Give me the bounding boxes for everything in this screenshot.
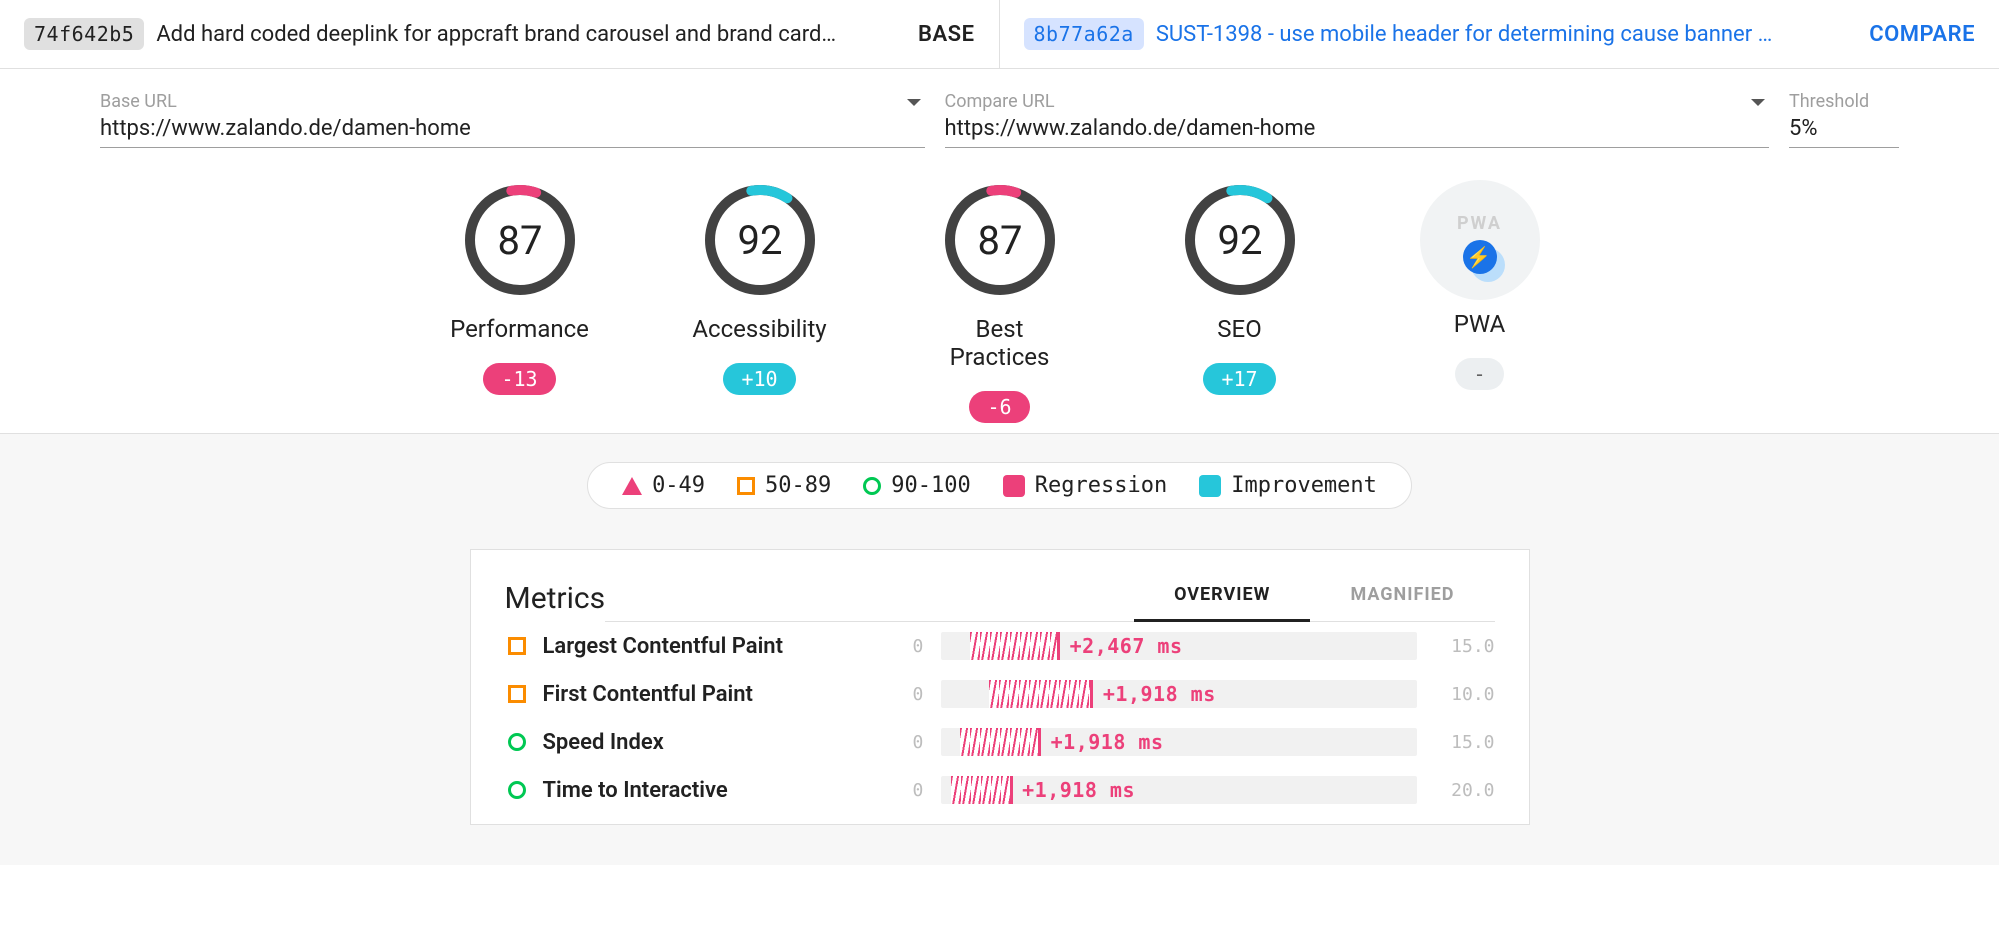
lightning-icon: ⚡: [1463, 240, 1497, 274]
base-url-value: https://www.zalando.de/damen-home: [100, 112, 925, 148]
svg-text:92: 92: [737, 217, 782, 264]
legend-pill: 0-49 50-89 90-100 Regression Improvement: [587, 462, 1412, 509]
tab-overview[interactable]: OVERVIEW: [1134, 574, 1310, 622]
compare-url-select[interactable]: Compare URL https://www.zalando.de/damen…: [945, 91, 1770, 148]
base-commit-title: Add hard coded deeplink for appcraft bra…: [156, 22, 906, 47]
chevron-down-icon: [907, 99, 921, 106]
legend-section: 0-49 50-89 90-100 Regression Improvement…: [0, 433, 1999, 865]
metric-name: First Contentful Paint: [543, 682, 913, 707]
metric-bar: +1,918 ms: [941, 728, 1416, 756]
legend-regression: Regression: [1003, 473, 1167, 498]
metric-row[interactable]: Largest Contentful Paint 0 +2,467 ms 15.…: [505, 622, 1495, 670]
metric-status-icon: [505, 685, 529, 703]
metric-name: Largest Contentful Paint: [543, 634, 913, 659]
legend-0-49: 0-49: [622, 473, 705, 498]
metric-axis-min: 0: [913, 780, 924, 801]
compare-commit-title: SUST-1398 - use mobile header for determ…: [1156, 22, 1857, 47]
triangle-icon: [622, 477, 642, 495]
score-gauge[interactable]: 92 SEO +17: [1165, 180, 1315, 423]
metric-axis-max: 15.0: [1435, 636, 1495, 657]
score-gauge[interactable]: 87 Best Practices -6: [925, 180, 1075, 423]
threshold-value: 5%: [1789, 112, 1899, 148]
metrics-title: Metrics: [505, 581, 606, 616]
gauge-delta: -13: [483, 363, 555, 395]
base-url-select[interactable]: Base URL https://www.zalando.de/damen-ho…: [100, 91, 925, 148]
gauge-delta: -6: [969, 391, 1029, 423]
metric-bar: +1,918 ms: [941, 680, 1416, 708]
gauge-delta: +10: [723, 363, 795, 395]
score-gauge[interactable]: 92 Accessibility +10: [685, 180, 835, 423]
metric-axis-min: 0: [913, 732, 924, 753]
circle-icon: [863, 477, 881, 495]
svg-text:87: 87: [977, 217, 1022, 264]
gauge-name: SEO: [1165, 315, 1315, 343]
base-commit-hash: 74f642b5: [24, 18, 144, 50]
svg-text:87: 87: [497, 217, 542, 264]
tab-magnified[interactable]: MAGNIFIED: [1310, 574, 1494, 621]
base-tag: BASE: [918, 22, 974, 47]
square-icon: [737, 477, 755, 495]
chevron-down-icon: [1751, 99, 1765, 106]
pwa-gauge[interactable]: PWA ⚡ PWA -: [1405, 180, 1555, 423]
base-url-label: Base URL: [100, 91, 925, 112]
pwa-icon: PWA ⚡: [1420, 180, 1540, 300]
metric-status-icon: [505, 733, 529, 751]
metric-axis-min: 0: [913, 636, 924, 657]
improvement-swatch-icon: [1199, 475, 1221, 497]
metric-status-icon: [505, 781, 529, 799]
legend-90-100: 90-100: [863, 473, 970, 498]
score-gauge[interactable]: 87 Performance -13: [445, 180, 595, 423]
compare-commit[interactable]: 8b77a62a SUST-1398 - use mobile header f…: [1000, 0, 1999, 68]
metric-name: Speed Index: [543, 730, 913, 755]
params-row: Base URL https://www.zalando.de/damen-ho…: [0, 69, 1999, 148]
compare-url-label: Compare URL: [945, 91, 1770, 112]
metric-delta: +1,918 ms: [1022, 778, 1135, 802]
metric-axis-max: 20.0: [1435, 780, 1495, 801]
compare-commit-hash: 8b77a62a: [1024, 18, 1144, 50]
legend-improvement: Improvement: [1199, 473, 1377, 498]
gauge-name: Accessibility: [685, 315, 835, 343]
gauge-name: PWA: [1405, 310, 1555, 338]
metric-row[interactable]: Time to Interactive 0 +1,918 ms 20.0: [505, 766, 1495, 814]
metric-name: Time to Interactive: [543, 778, 913, 803]
metric-delta: +1,918 ms: [1103, 682, 1216, 706]
metrics-card: Metrics OVERVIEW MAGNIFIED Largest Conte…: [470, 549, 1530, 825]
metric-axis-min: 0: [913, 684, 924, 705]
gauge-name: Performance: [445, 315, 595, 343]
legend-50-89: 50-89: [737, 473, 831, 498]
base-commit[interactable]: 74f642b5 Add hard coded deeplink for app…: [0, 0, 1000, 68]
gauge-name: Best Practices: [925, 315, 1075, 371]
svg-text:92: 92: [1217, 217, 1262, 264]
metric-bar: +1,918 ms: [941, 776, 1416, 804]
gauge-delta: -: [1455, 358, 1503, 390]
metric-status-icon: [505, 637, 529, 655]
threshold-input[interactable]: Threshold 5%: [1789, 91, 1899, 148]
regression-swatch-icon: [1003, 475, 1025, 497]
metrics-tabs: OVERVIEW MAGNIFIED: [605, 574, 1494, 622]
metric-axis-max: 10.0: [1435, 684, 1495, 705]
metric-row[interactable]: First Contentful Paint 0 +1,918 ms 10.0: [505, 670, 1495, 718]
comparison-header: 74f642b5 Add hard coded deeplink for app…: [0, 0, 1999, 69]
metric-axis-max: 15.0: [1435, 732, 1495, 753]
score-gauges: 87 Performance -13 92 Accessibility +10 …: [0, 148, 1999, 433]
metric-delta: +2,467 ms: [1070, 634, 1183, 658]
metric-row[interactable]: Speed Index 0 +1,918 ms 15.0: [505, 718, 1495, 766]
gauge-delta: +17: [1203, 363, 1275, 395]
compare-url-value: https://www.zalando.de/damen-home: [945, 112, 1770, 148]
metric-bar: +2,467 ms: [941, 632, 1416, 660]
threshold-label: Threshold: [1789, 91, 1899, 112]
metric-delta: +1,918 ms: [1051, 730, 1164, 754]
compare-tag: COMPARE: [1869, 22, 1975, 47]
